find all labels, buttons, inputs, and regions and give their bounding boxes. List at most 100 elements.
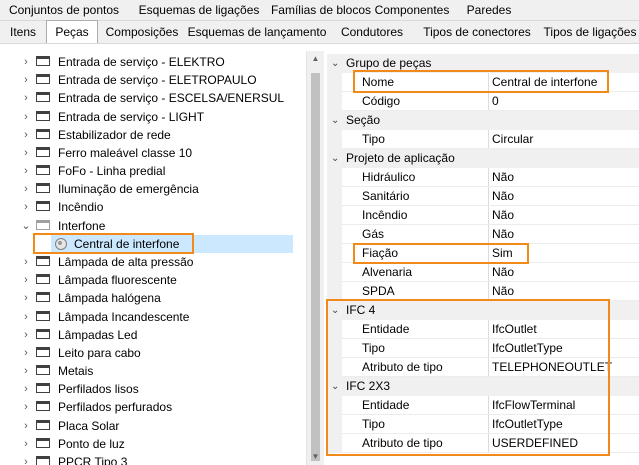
- tab-tipos-de-conectores[interactable]: Tipos de conectores: [416, 21, 538, 43]
- tree-item[interactable]: › Ferro maleável classe 10: [18, 144, 304, 162]
- property-value[interactable]: IfcOutletType: [492, 415, 563, 434]
- property-row[interactable]: SPDA Não: [327, 282, 639, 301]
- scroll-down-arrow-icon[interactable]: ▼: [307, 449, 324, 465]
- property-row[interactable]: Entidade IfcFlowTerminal: [327, 396, 639, 415]
- property-row[interactable]: Atributo de tipo TELEPHONEOUTLET: [327, 358, 639, 377]
- property-value[interactable]: IfcOutlet: [492, 320, 537, 339]
- expand-chevron-icon[interactable]: ›: [21, 271, 31, 289]
- property-row[interactable]: Fiação Sim: [327, 244, 639, 263]
- expand-chevron-icon[interactable]: ›: [21, 308, 31, 326]
- tree-item-central-de-interfone[interactable]: Central de interfone: [18, 235, 304, 253]
- property-value[interactable]: Não: [492, 187, 514, 206]
- collapse-icon[interactable]: ⌄: [331, 305, 339, 316]
- property-row[interactable]: Incêndio Não: [327, 206, 639, 225]
- tree-item[interactable]: › Iluminação de emergência: [18, 180, 304, 198]
- property-value[interactable]: USERDEFINED: [492, 434, 578, 453]
- property-value[interactable]: IfcOutletType: [492, 339, 563, 358]
- tab-composicoes[interactable]: Composições: [101, 21, 183, 43]
- category-ifc4[interactable]: ⌄ IFC 4: [327, 301, 639, 320]
- property-row-nome[interactable]: Nome Central de interfone: [327, 73, 639, 92]
- tree-item[interactable]: › Lâmpadas Led: [18, 326, 304, 344]
- expand-chevron-icon[interactable]: ›: [21, 435, 31, 453]
- tree-item[interactable]: › PPCR Tipo 3: [18, 453, 304, 465]
- expand-chevron-icon[interactable]: ›: [21, 289, 31, 307]
- tree-item[interactable]: › Entrada de serviço - ESCELSA/ENERSUL: [18, 89, 304, 107]
- tree-item[interactable]: › Lâmpada de alta pressão: [18, 253, 304, 271]
- property-value[interactable]: Não: [492, 225, 514, 244]
- tree-item[interactable]: › Leito para cabo: [18, 344, 304, 362]
- tree-item[interactable]: › Metais: [18, 362, 304, 380]
- expand-chevron-icon[interactable]: ›: [21, 344, 31, 362]
- tab-condutores[interactable]: Condutores: [331, 21, 413, 43]
- property-row[interactable]: Tipo IfcOutletType: [327, 339, 639, 358]
- expand-chevron-icon[interactable]: ›: [21, 417, 31, 435]
- property-row[interactable]: Gás Não: [327, 225, 639, 244]
- collapse-chevron-icon[interactable]: ⌄: [21, 217, 31, 235]
- expand-chevron-icon[interactable]: ›: [21, 162, 31, 180]
- property-row[interactable]: Tipo IfcOutletType: [327, 415, 639, 434]
- tree-item[interactable]: › Incêndio: [18, 198, 304, 216]
- collapse-icon[interactable]: ⌄: [331, 58, 339, 69]
- expand-chevron-icon[interactable]: ›: [21, 180, 31, 198]
- collapse-icon[interactable]: ⌄: [331, 381, 339, 392]
- expand-chevron-icon[interactable]: ›: [21, 326, 31, 344]
- tab-conjuntos-de-pontos[interactable]: Conjuntos de pontos: [5, 0, 123, 20]
- tab-itens[interactable]: Itens: [3, 21, 43, 43]
- property-value[interactable]: Circular: [492, 130, 533, 149]
- tree-item[interactable]: › Placa Solar: [18, 417, 304, 435]
- expand-chevron-icon[interactable]: ›: [21, 89, 31, 107]
- expand-chevron-icon[interactable]: ›: [21, 126, 31, 144]
- tab-pecas[interactable]: Peças: [46, 20, 98, 43]
- property-value[interactable]: TELEPHONEOUTLET: [492, 358, 612, 377]
- property-value[interactable]: IfcFlowTerminal: [492, 396, 575, 415]
- expand-chevron-icon[interactable]: ›: [21, 380, 31, 398]
- tab-esquemas-de-lancamento[interactable]: Esquemas de lançamento: [186, 21, 328, 43]
- category-projeto-de-aplicacao[interactable]: ⌄ Projeto de aplicação: [327, 149, 639, 168]
- tree-item[interactable]: › Entrada de serviço - ELETROPAULO: [18, 71, 304, 89]
- expand-chevron-icon[interactable]: ›: [21, 362, 31, 380]
- tree-scrollbar[interactable]: ▲ ▼: [306, 51, 324, 465]
- tree-item[interactable]: › Estabilizador de rede: [18, 126, 304, 144]
- expand-chevron-icon[interactable]: ›: [21, 198, 31, 216]
- collapse-icon[interactable]: ⌄: [331, 115, 339, 126]
- property-value[interactable]: Central de interfone: [492, 73, 597, 92]
- tree-item[interactable]: › Lâmpada halógena: [18, 289, 304, 307]
- tree-item[interactable]: › Lâmpada Incandescente: [18, 308, 304, 326]
- property-value[interactable]: 0: [492, 92, 499, 111]
- tree-item[interactable]: › Lâmpada fluorescente: [18, 271, 304, 289]
- tree-item[interactable]: › Entrada de serviço - ELEKTRO: [18, 53, 304, 71]
- property-value[interactable]: Não: [492, 263, 514, 282]
- tab-paredes[interactable]: Paredes: [466, 0, 512, 20]
- expand-chevron-icon[interactable]: ›: [21, 398, 31, 416]
- property-value[interactable]: Não: [492, 206, 514, 225]
- expand-chevron-icon[interactable]: ›: [21, 108, 31, 126]
- collapse-icon[interactable]: ⌄: [331, 153, 339, 164]
- property-row[interactable]: Alvenaria Não: [327, 263, 639, 282]
- tree-item[interactable]: › Perfilados perfurados: [18, 398, 304, 416]
- property-value[interactable]: Não: [492, 168, 514, 187]
- property-row[interactable]: Atributo de tipo USERDEFINED: [327, 434, 639, 453]
- property-row[interactable]: Entidade IfcOutlet: [327, 320, 639, 339]
- expand-chevron-icon[interactable]: ›: [21, 453, 31, 465]
- property-row[interactable]: Hidráulico Não: [327, 168, 639, 187]
- tree-item[interactable]: › Ponto de luz: [18, 435, 304, 453]
- tab-esquemas-de-ligacoes[interactable]: Esquemas de ligações: [137, 0, 261, 20]
- property-row-tipo[interactable]: Tipo Circular: [327, 130, 639, 149]
- property-value[interactable]: Sim: [492, 244, 513, 263]
- tree-item[interactable]: › FoFo - Linha predial: [18, 162, 304, 180]
- expand-chevron-icon[interactable]: ›: [21, 144, 31, 162]
- expand-chevron-icon[interactable]: ›: [21, 71, 31, 89]
- scroll-up-arrow-icon[interactable]: ▲: [307, 51, 324, 67]
- property-value[interactable]: Não: [492, 282, 514, 301]
- expand-chevron-icon[interactable]: ›: [21, 253, 31, 271]
- tab-familias-de-blocos[interactable]: Famílias de blocos: [268, 0, 374, 20]
- scrollbar-thumb[interactable]: [311, 73, 320, 461]
- tree-item[interactable]: › Perfilados lisos: [18, 380, 304, 398]
- tab-componentes[interactable]: Componentes: [375, 0, 450, 20]
- tree-item[interactable]: › Entrada de serviço - LIGHT: [18, 108, 304, 126]
- category-secao[interactable]: ⌄ Seção: [327, 111, 639, 130]
- expand-chevron-icon[interactable]: ›: [21, 53, 31, 71]
- tree-item[interactable]: ⌄ Interfone: [18, 217, 304, 235]
- category-grupo-de-pecas[interactable]: ⌄ Grupo de peças: [327, 54, 639, 73]
- tab-tipos-de-ligacoes[interactable]: Tipos de ligações: [541, 21, 639, 43]
